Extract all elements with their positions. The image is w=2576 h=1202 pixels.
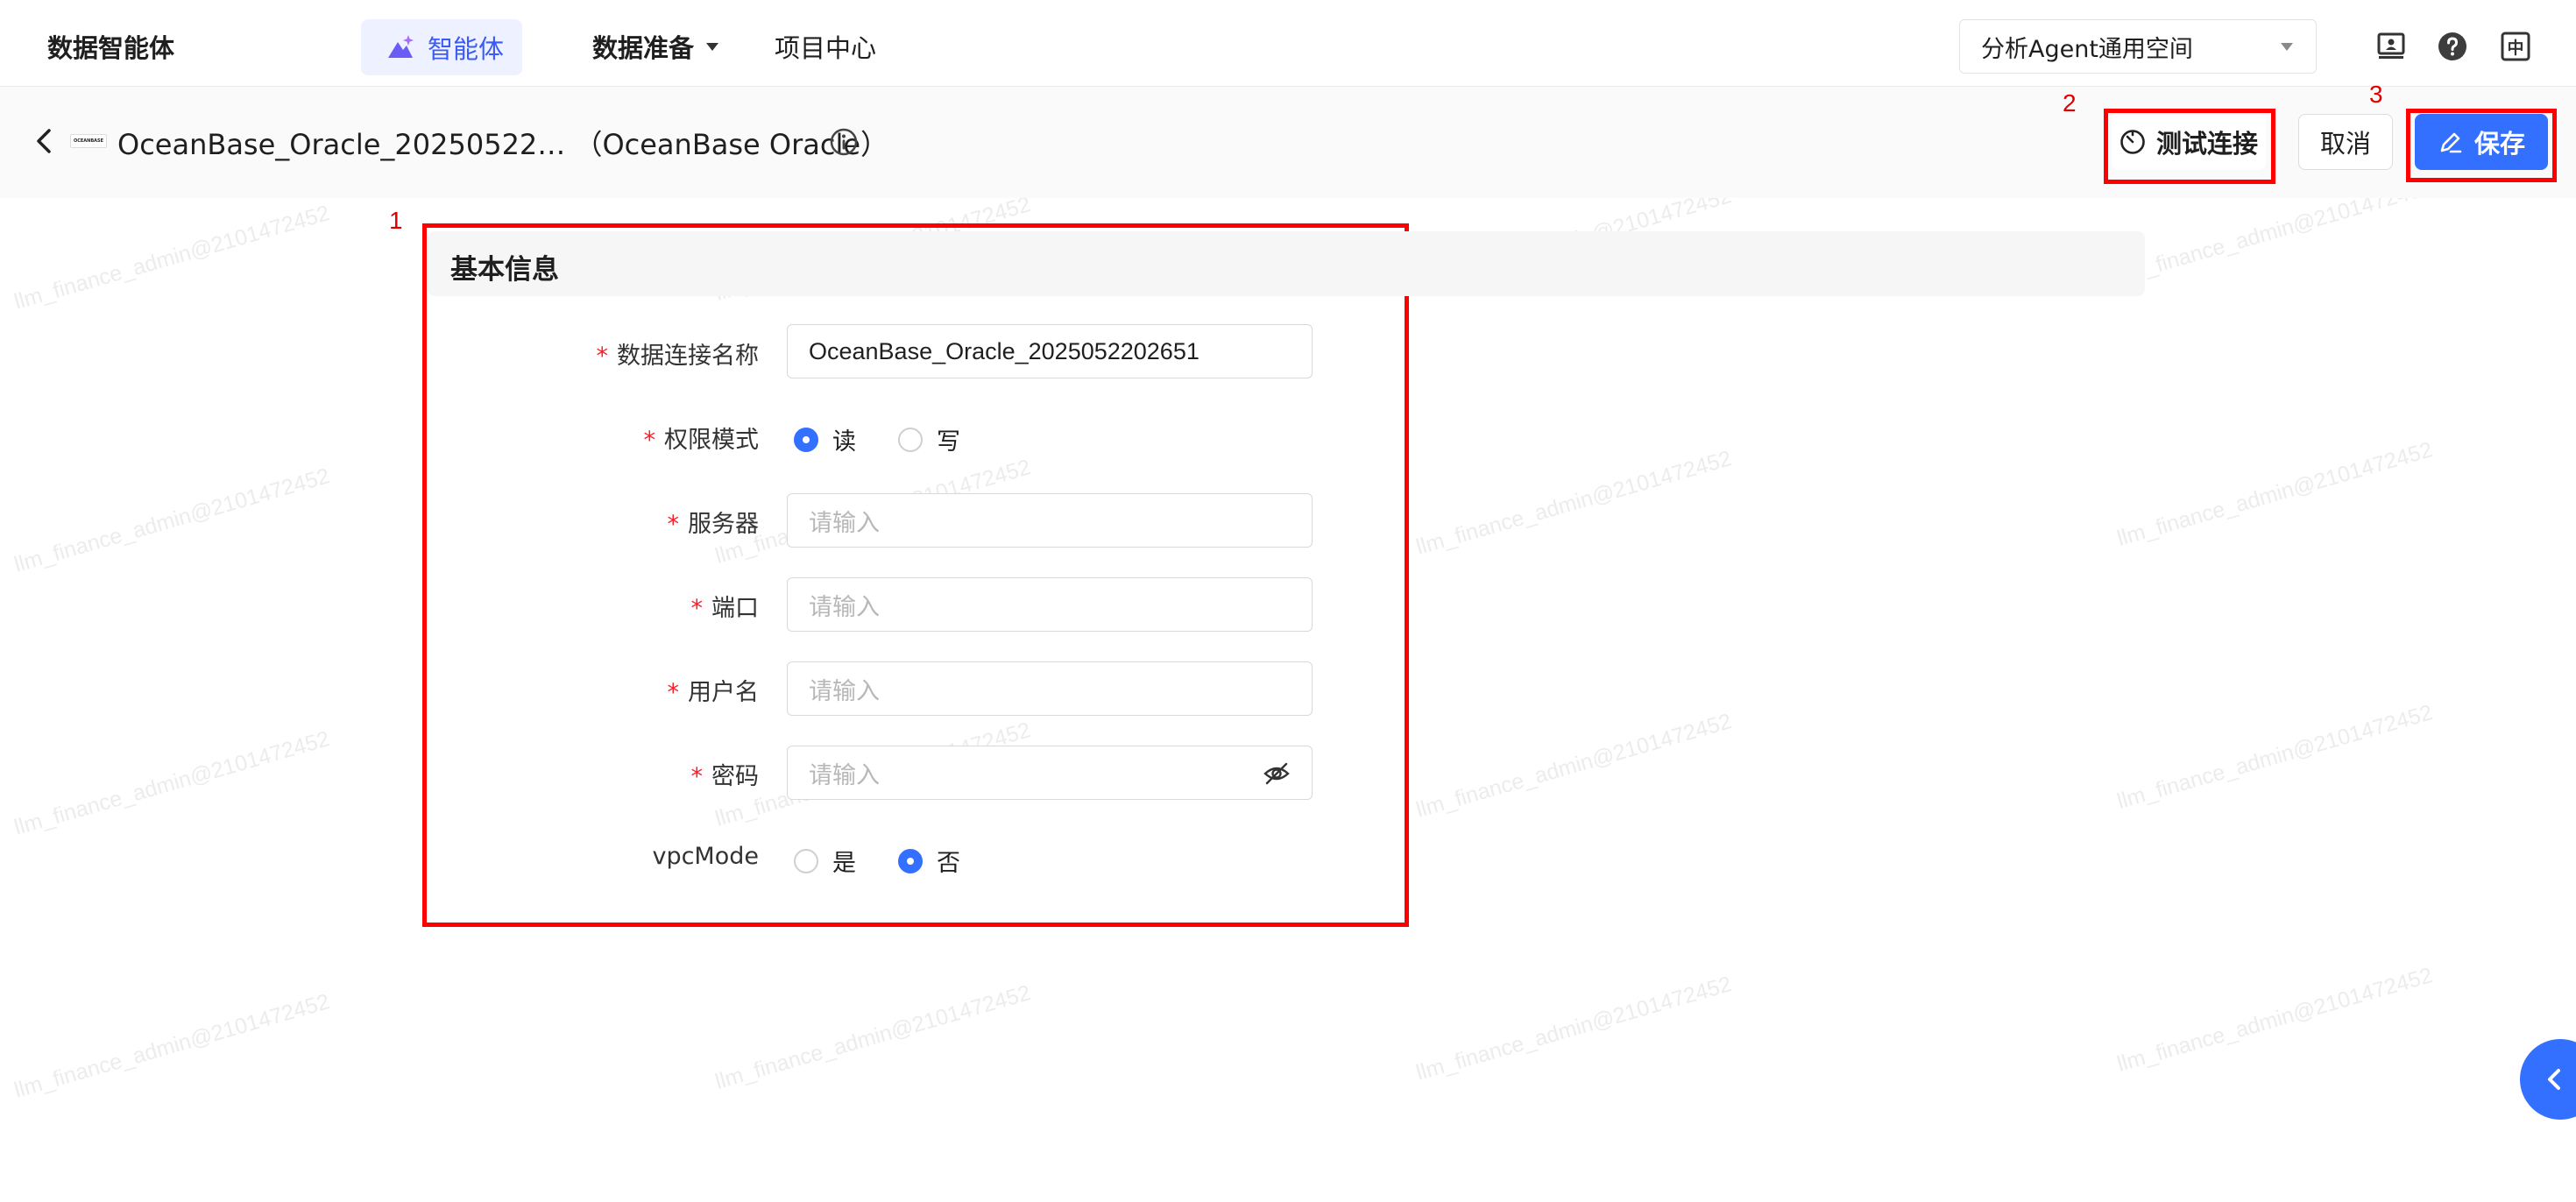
username-label: * 用户名 bbox=[667, 679, 760, 706]
required-mark: * bbox=[690, 763, 704, 790]
watermark: llm_finance_admin@2101472452 bbox=[11, 726, 333, 840]
watermark: llm_finance_admin@2101472452 bbox=[712, 980, 1034, 1094]
info-icon[interactable] bbox=[829, 127, 859, 157]
top-navigation-bar: 数据智能体 智能体 数据准备 项目中心 分析Agent通用空间 中 bbox=[0, 0, 2576, 87]
cancel-button[interactable]: 取消 bbox=[2298, 114, 2393, 170]
vpc-mode-yes-label: 是 bbox=[832, 850, 856, 877]
required-mark: * bbox=[667, 511, 680, 538]
required-mark: * bbox=[690, 595, 704, 622]
nav-item-agent-label: 智能体 bbox=[428, 34, 505, 64]
password-input[interactable]: 请输入 bbox=[787, 746, 1313, 800]
watermark: llm_finance_admin@2101472452 bbox=[11, 989, 333, 1103]
annotation-box-3 bbox=[2406, 109, 2557, 182]
vpc-mode-no-option[interactable]: 否 bbox=[898, 844, 960, 878]
sparkle-mountain-icon bbox=[388, 35, 414, 58]
app-brand: 数据智能体 bbox=[47, 33, 175, 63]
connection-name-input[interactable]: OceanBase_Oracle_2025052202651 bbox=[787, 324, 1313, 378]
watermark: llm_finance_admin@2101472452 bbox=[11, 201, 333, 315]
watermark: llm_finance_admin@2101472452 bbox=[2114, 700, 2436, 814]
annotation-number-3: 3 bbox=[2369, 81, 2383, 108]
annotation-number-1: 1 bbox=[389, 207, 403, 234]
required-mark: * bbox=[596, 343, 609, 370]
nav-item-data-prep[interactable]: 数据准备 bbox=[592, 28, 719, 65]
radio-unchecked-icon[interactable] bbox=[794, 848, 818, 873]
chevron-down-icon bbox=[706, 42, 719, 51]
eye-hidden-icon[interactable] bbox=[1263, 760, 1291, 788]
permission-mode-radio-group: 读 写 bbox=[794, 422, 1002, 456]
page-title: OceanBase_Oracle_20250522… （OceanBase Or… bbox=[117, 128, 889, 161]
workspace-select[interactable]: 分析Agent通用空间 bbox=[1959, 19, 2317, 74]
watermark: llm_finance_admin@2101472452 bbox=[1413, 446, 1735, 560]
radio-checked-icon[interactable] bbox=[794, 427, 818, 452]
permission-write-label: 写 bbox=[937, 428, 960, 456]
screen-share-icon[interactable] bbox=[2376, 32, 2406, 61]
permission-mode-label: * 权限模式 bbox=[643, 427, 760, 454]
nav-item-agent[interactable]: 智能体 bbox=[361, 19, 522, 75]
vpc-mode-label: vpcMode bbox=[652, 843, 759, 870]
help-icon[interactable] bbox=[2438, 32, 2467, 61]
section-title: 基本信息 bbox=[450, 254, 559, 286]
port-input[interactable]: 请输入 bbox=[787, 577, 1313, 632]
watermark: llm_finance_admin@2101472452 bbox=[2114, 437, 2436, 551]
vpc-mode-radio-group: 是 否 bbox=[794, 844, 1002, 878]
password-placeholder: 请输入 bbox=[809, 761, 880, 788]
back-arrow-icon[interactable] bbox=[30, 126, 60, 156]
port-label: * 端口 bbox=[690, 595, 760, 622]
permission-read-label: 读 bbox=[832, 428, 856, 456]
workspace-select-value: 分析Agent通用空间 bbox=[1981, 35, 2193, 63]
section-header bbox=[428, 231, 2145, 296]
annotation-number-2: 2 bbox=[2063, 89, 2077, 117]
nav-item-data-prep-label: 数据准备 bbox=[592, 33, 695, 63]
permission-write-option[interactable]: 写 bbox=[898, 422, 960, 456]
watermark: llm_finance_admin@2101472452 bbox=[1413, 709, 1735, 823]
required-mark: * bbox=[667, 679, 680, 706]
server-input[interactable]: 请输入 bbox=[787, 493, 1313, 548]
chevron-left-icon bbox=[2548, 1069, 2560, 1090]
chevron-down-icon bbox=[2281, 42, 2293, 51]
username-input[interactable]: 请输入 bbox=[787, 661, 1313, 716]
vpc-mode-yes-option[interactable]: 是 bbox=[794, 844, 856, 878]
permission-read-option[interactable]: 读 bbox=[794, 422, 856, 456]
oceanbase-logo-icon: OCEANBASE bbox=[70, 134, 107, 148]
password-label: * 密码 bbox=[690, 763, 760, 790]
watermark: llm_finance_admin@2101472452 bbox=[2114, 963, 2436, 1077]
side-panel-toggle[interactable] bbox=[2520, 1039, 2576, 1120]
vpc-mode-no-label: 否 bbox=[937, 850, 960, 877]
server-label: * 服务器 bbox=[667, 511, 760, 538]
watermark: llm_finance_admin@2101472452 bbox=[1413, 972, 1735, 1085]
required-mark: * bbox=[643, 427, 656, 454]
nav-item-project-center[interactable]: 项目中心 bbox=[775, 28, 876, 65]
radio-unchecked-icon[interactable] bbox=[898, 427, 923, 452]
language-zh-icon[interactable]: 中 bbox=[2501, 32, 2530, 61]
radio-checked-icon[interactable] bbox=[898, 848, 923, 873]
language-glyph: 中 bbox=[2507, 38, 2523, 58]
watermark: llm_finance_admin@2101472452 bbox=[11, 463, 333, 577]
annotation-box-2 bbox=[2104, 109, 2275, 184]
connection-name-label: * 数据连接名称 bbox=[596, 343, 760, 370]
